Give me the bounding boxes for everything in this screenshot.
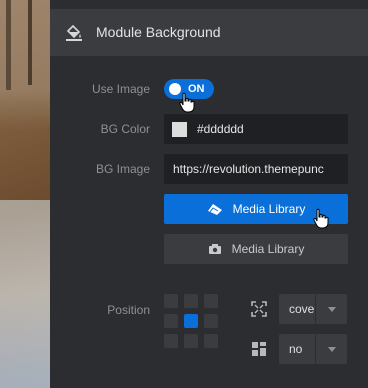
hand-cursor-icon (313, 208, 329, 229)
bg-image-label: BG Image (95, 162, 150, 176)
tree-trunk (28, 0, 32, 85)
camera-icon (208, 244, 221, 254)
hand-cursor-icon (179, 92, 195, 113)
color-value: #dddddd (197, 122, 244, 136)
media-library-camera-button[interactable]: Media Library (164, 234, 348, 264)
chevron-down-icon[interactable] (315, 294, 347, 324)
paint-bucket-icon (66, 24, 82, 41)
bg-image-url-input[interactable]: https://revolution.themepunc (164, 154, 348, 184)
bg-color-label: BG Color (100, 122, 150, 136)
bg-image-url-value: https://revolution.themepunc (173, 162, 324, 176)
section-header[interactable]: Module Background (50, 9, 368, 56)
position-cell-bottom-right[interactable] (204, 334, 218, 348)
path-area (0, 200, 50, 388)
background-size-select[interactable]: cove (279, 294, 347, 324)
position-label: Position (107, 303, 150, 317)
media-library-label: Media Library (231, 242, 305, 256)
media-library-label: Media Library (232, 202, 306, 216)
background-size-value: cove (289, 302, 315, 316)
position-cell-center[interactable] (184, 314, 198, 328)
position-cell-middle-left[interactable] (164, 314, 178, 328)
position-cell-top-center[interactable] (184, 294, 198, 308)
expand-icon (251, 301, 267, 317)
chevron-down-icon[interactable] (315, 334, 347, 364)
position-cell-top-left[interactable] (164, 294, 178, 308)
repeat-grid-icon (252, 342, 266, 356)
module-background-panel: Module Background Use Image ON BG Color … (50, 0, 368, 388)
section-title: Module Background (96, 24, 221, 40)
position-cell-middle-right[interactable] (204, 314, 218, 328)
use-image-label: Use Image (91, 82, 150, 96)
background-repeat-value: no (289, 342, 303, 356)
color-swatch[interactable] (172, 122, 187, 137)
bg-color-field[interactable]: #dddddd (164, 114, 348, 144)
image-stack-icon (207, 204, 222, 215)
background-repeat-select[interactable]: no (279, 334, 347, 364)
background-photo (0, 0, 50, 388)
position-cell-bottom-left[interactable] (164, 334, 178, 348)
tree-trunk (6, 0, 11, 90)
position-cell-bottom-center[interactable] (184, 334, 198, 348)
position-cell-top-right[interactable] (204, 294, 218, 308)
